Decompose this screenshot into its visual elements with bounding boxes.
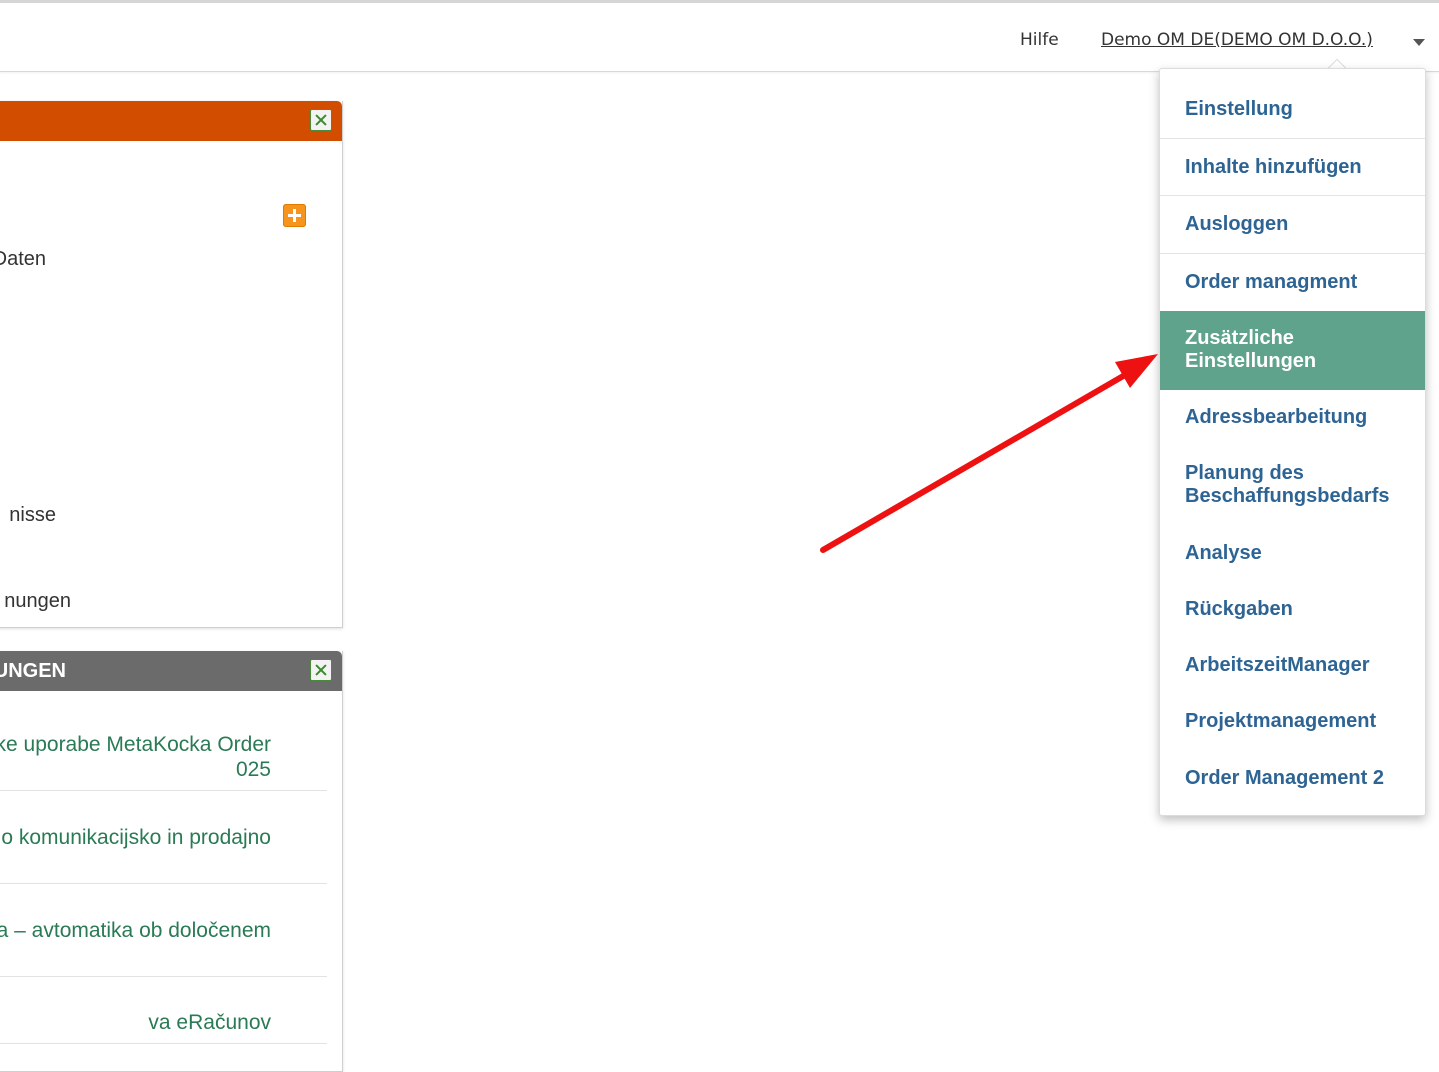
widget-link[interactable]: Daten: [0, 248, 46, 271]
caret-down-icon[interactable]: [1413, 39, 1425, 46]
top-header: Hilfe Demo OM DE(DEMO OM D.O.O.): [0, 3, 1439, 72]
menu-item-label: Ausloggen: [1185, 213, 1289, 235]
news-link[interactable]: ke uporabe MetaKocka Order 025: [0, 732, 271, 782]
widget-link[interactable]: nungen: [0, 590, 71, 613]
menu-item-label: Einstellung: [1185, 98, 1293, 120]
menu-item-ausloggen[interactable]: Ausloggen: [1160, 196, 1425, 254]
dashboard-widget-top: Daten nisse nungen: [0, 101, 343, 628]
menu-item-label: Zusätzliche Einstellungen: [1185, 327, 1317, 372]
close-icon[interactable]: [310, 659, 332, 681]
menu-item-arbeitszeitmanager[interactable]: ArbeitszeitManager: [1160, 638, 1425, 694]
menu-item-label: Order managment: [1185, 271, 1358, 293]
widget-link[interactable]: nisse: [0, 504, 56, 527]
menu-item-einstellung[interactable]: Einstellung: [1160, 69, 1425, 139]
menu-item-label: Inhalte hinzufügen: [1185, 156, 1362, 178]
menu-item-order-managment[interactable]: Order managment: [1160, 254, 1425, 311]
menu-item-inhalte-hinzufuegen[interactable]: Inhalte hinzufügen: [1160, 139, 1425, 196]
menu-item-label: Order Management 2: [1185, 767, 1384, 789]
menu-item-order-management-2[interactable]: Order Management 2: [1160, 751, 1425, 811]
news-link[interactable]: va eRačunov: [0, 1010, 271, 1035]
menu-item-label: Planung des Beschaffungsbedarfs: [1185, 462, 1390, 507]
list-item: va eRačunov: [0, 977, 327, 1044]
menu-item-adressbearbeitung[interactable]: Adressbearbeitung: [1160, 390, 1425, 446]
news-link[interactable]: a – avtomatika ob določenem: [0, 918, 271, 943]
menu-item-label: Rückgaben: [1185, 598, 1293, 620]
menu-item-label: Adressbearbeitung: [1185, 406, 1368, 428]
news-link[interactable]: o komunikacijsko in prodajno: [0, 825, 271, 850]
dashboard-widget-news: UNGEN ke uporabe MetaKocka Order 025 o k…: [0, 651, 343, 1072]
widget-header: UNGEN: [0, 651, 342, 691]
menu-item-rueckgaben[interactable]: Rückgaben: [1160, 582, 1425, 638]
add-icon[interactable]: [283, 204, 306, 227]
widget-title: UNGEN: [0, 660, 66, 682]
list-item: ke uporabe MetaKocka Order 025: [0, 691, 327, 791]
menu-item-planung-beschaffungsbedarf[interactable]: Planung des Beschaffungsbedarfs: [1160, 446, 1425, 526]
close-icon[interactable]: [310, 109, 332, 131]
menu-item-label: ArbeitszeitManager: [1185, 654, 1370, 676]
menu-item-zusaetzliche-einstellungen[interactable]: Zusätzliche Einstellungen: [1160, 311, 1425, 390]
menu-item-analyse[interactable]: Analyse: [1160, 526, 1425, 582]
help-link[interactable]: Hilfe: [1020, 30, 1059, 50]
menu-item-projektmanagement[interactable]: Projektmanagement: [1160, 694, 1425, 751]
user-dropdown-menu: Einstellung Inhalte hinzufügen Ausloggen…: [1159, 68, 1426, 816]
user-account-link[interactable]: Demo OM DE(DEMO OM D.O.O.): [1101, 30, 1373, 50]
widget-header: [0, 101, 342, 141]
menu-item-label: Projektmanagement: [1185, 710, 1377, 732]
list-item: a – avtomatika ob določenem: [0, 884, 327, 977]
menu-item-label: Analyse: [1185, 542, 1262, 564]
list-item: o komunikacijsko in prodajno: [0, 791, 327, 884]
